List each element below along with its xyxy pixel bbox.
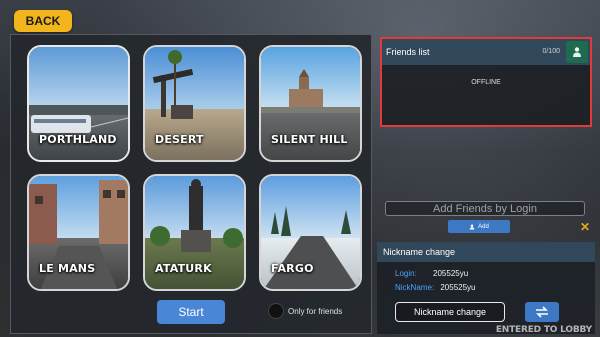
swap-arrows-icon <box>536 306 548 318</box>
map-label: SILENT HILL <box>271 133 348 146</box>
nickname-change-button[interactable]: Nickname change <box>395 302 505 322</box>
map-card-porthland[interactable]: PORTHLAND <box>27 45 130 162</box>
user-icon <box>469 224 475 229</box>
add-friend-button[interactable]: Add <box>448 220 510 233</box>
map-label: FARGO <box>271 262 314 275</box>
friends-list-title: Friends list <box>386 47 430 57</box>
friends-list-panel: Friends list 0/100 OFFLINE <box>380 37 592 127</box>
refresh-button[interactable] <box>525 302 559 322</box>
map-card-le-mans[interactable]: LE MANS <box>27 174 130 291</box>
map-card-ataturk[interactable]: ATATURK <box>143 174 246 291</box>
login-row: Login: 205525yu <box>395 269 468 278</box>
only-for-friends-toggle[interactable]: Only for friends <box>268 303 342 319</box>
add-button-label: Add <box>478 223 489 230</box>
close-icon[interactable]: ✕ <box>580 220 590 234</box>
add-friend-icon[interactable] <box>566 41 588 63</box>
map-card-desert[interactable]: DESERT <box>143 45 246 162</box>
map-card-fargo[interactable]: FARGO <box>259 174 362 291</box>
map-label: DESERT <box>155 133 204 146</box>
friends-status: OFFLINE <box>471 79 501 86</box>
nickname-value: 205525yu <box>440 283 476 292</box>
lobby-status-text: ENTERED TO LOBBY <box>495 325 592 335</box>
login-value: 205525yu <box>433 269 469 278</box>
map-label: ATATURK <box>155 262 212 275</box>
map-card-silent-hill[interactable]: SILENT HILL <box>259 45 362 162</box>
login-key: Login: <box>395 269 417 278</box>
map-label: LE MANS <box>39 262 96 275</box>
nickname-header: Nickname change <box>377 242 595 262</box>
friends-count: 0/100 <box>542 48 560 55</box>
nickname-panel: Nickname change Login: 205525yu NickName… <box>377 242 595 334</box>
back-button[interactable]: BACK <box>14 10 72 32</box>
nickname-row: NickName: 205525yu <box>395 283 476 292</box>
radio-button[interactable] <box>268 303 284 319</box>
nickname-key: NickName: <box>395 283 435 292</box>
map-selection-panel: PORTHLAND DESERT SILENT HILL LE MANS ATA… <box>10 34 372 334</box>
map-label: PORTHLAND <box>39 133 117 146</box>
start-button[interactable]: Start <box>157 300 225 324</box>
add-friends-input[interactable]: Add Friends by Login <box>385 201 585 216</box>
only-for-friends-label: Only for friends <box>288 306 343 316</box>
